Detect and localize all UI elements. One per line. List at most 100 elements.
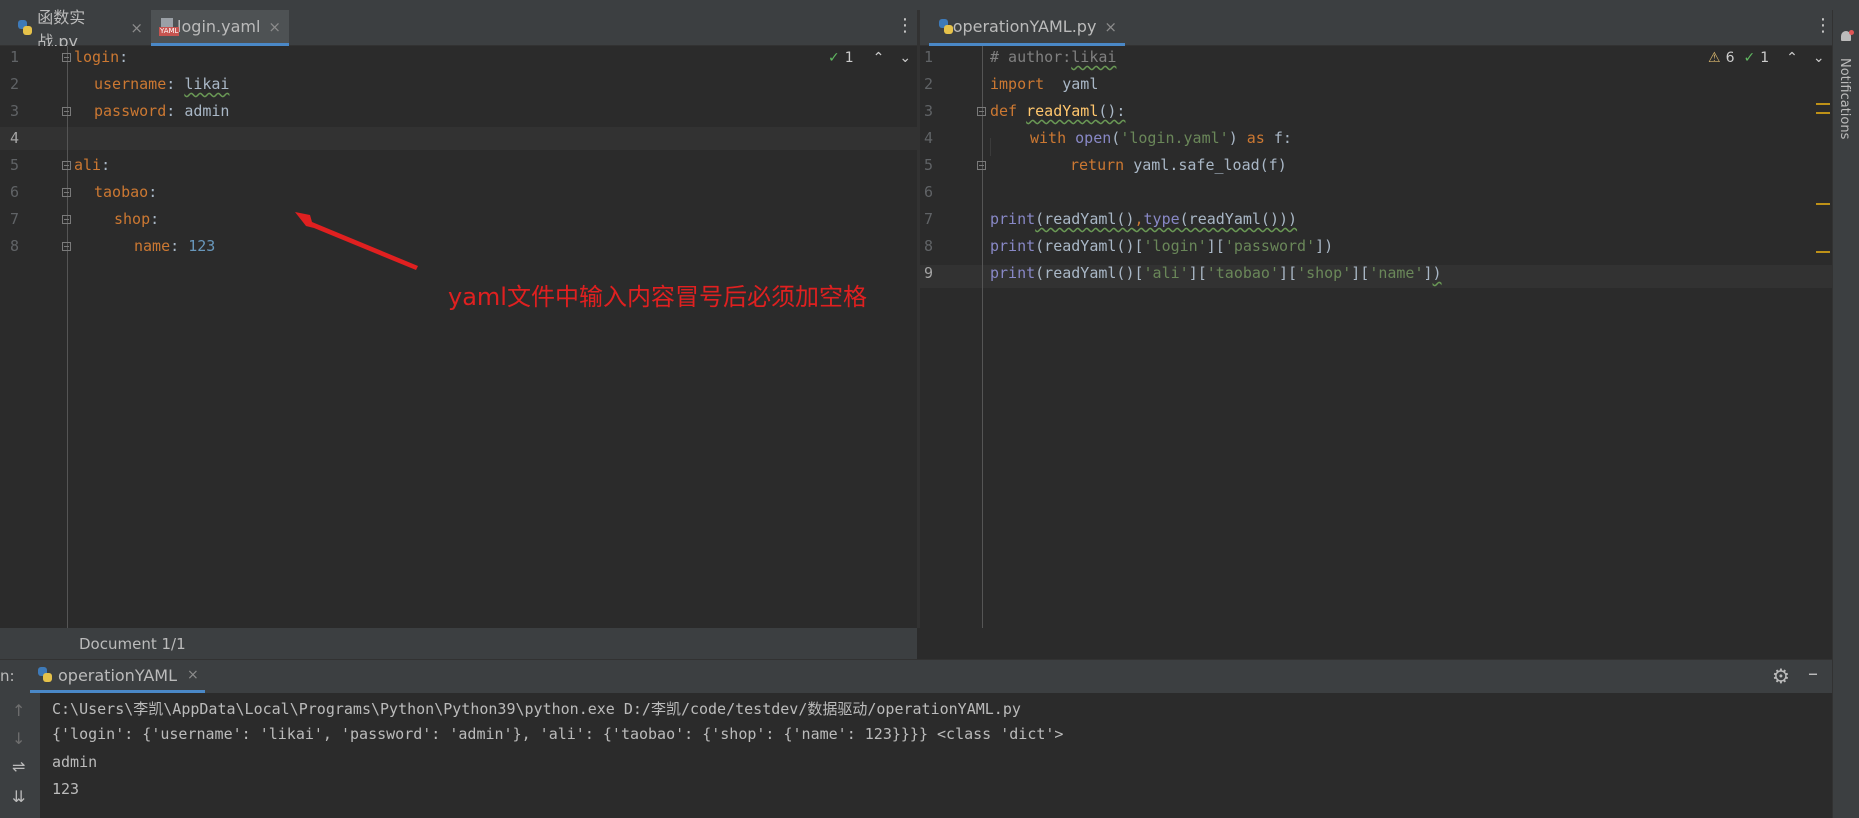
- code-line-3: password: admin: [94, 102, 230, 120]
- prev-highlight-icon[interactable]: ⌃: [1786, 50, 1798, 66]
- tab-label: operationYAML.py: [952, 17, 1097, 36]
- code-line-2: import yaml: [990, 75, 1099, 93]
- annotation-arrow: [295, 212, 418, 270]
- scroll-to-end-icon[interactable]: ⇊: [12, 787, 25, 806]
- tab-label: 函数实战.py: [37, 8, 86, 51]
- tab-login-yaml[interactable]: YAML login.yaml ×: [151, 10, 289, 46]
- code-line-5: ali:: [74, 156, 111, 174]
- code-line-4: with open('login.yaml') as f:: [1030, 129, 1292, 147]
- error-stripe-marker[interactable]: [1816, 103, 1830, 105]
- line-number: 2: [924, 75, 934, 93]
- line-number: 1: [924, 48, 934, 66]
- indent-guide: [990, 138, 991, 156]
- gutter-border: [67, 46, 68, 628]
- run-tab-label: operationYAML: [58, 665, 178, 685]
- error-stripe-marker[interactable]: [1816, 203, 1830, 205]
- python-file-icon: [16, 19, 33, 37]
- line-number: 2: [10, 75, 20, 93]
- notification-bell-icon[interactable]: [1839, 30, 1854, 44]
- fold-icon[interactable]: [977, 107, 986, 116]
- left-editor[interactable]: 1 2 3 4 5 6 7 8 login: username: likai p…: [0, 46, 917, 628]
- fold-icon[interactable]: [62, 161, 71, 170]
- python-file-icon: [36, 666, 54, 684]
- console-line: admin: [52, 753, 98, 771]
- inspection-count: 1: [1760, 50, 1770, 66]
- right-editor[interactable]: 1 2 3 4 5 6 7 8 9 # author:likai import …: [920, 46, 1832, 628]
- console-line: 123: [52, 780, 80, 798]
- fold-icon[interactable]: [62, 242, 71, 251]
- inspection-widget[interactable]: ⚠ 6 ✓ 1 ⌃ ⌄: [1708, 50, 1825, 66]
- error-stripe-marker[interactable]: [1816, 112, 1830, 114]
- document-status-bar: Document 1/1: [0, 628, 917, 659]
- code-line-9: print(readYaml()['ali']['taobao']['shop'…: [990, 264, 1442, 282]
- tab-functions-py[interactable]: 函数实战.py ×: [8, 8, 151, 51]
- code-line-3: def readYaml():: [990, 102, 1126, 120]
- line-number: 9: [924, 264, 934, 282]
- check-icon: ✓: [1743, 50, 1756, 66]
- more-options-icon[interactable]: ⋮: [1814, 15, 1832, 36]
- soft-wrap-icon[interactable]: ⇌: [12, 757, 25, 776]
- run-prefix: n:: [0, 667, 15, 685]
- code-line-1: login:: [74, 48, 129, 66]
- inspection-count: 1: [844, 50, 854, 66]
- annotation-text: yaml文件中输入内容冒号后必须加空格: [448, 283, 867, 311]
- document-status-text: Document 1/1: [79, 635, 186, 653]
- console-toolbar: ↑ ↓ ⇌ ⇊: [0, 693, 40, 818]
- run-tab-operationyaml[interactable]: operationYAML ×: [30, 660, 205, 693]
- fold-icon[interactable]: [977, 161, 986, 170]
- inspection-widget[interactable]: ✓ 1 ⌃ ⌄: [828, 50, 911, 66]
- line-number: 7: [924, 210, 934, 228]
- line-number: 5: [924, 156, 934, 174]
- next-highlight-icon[interactable]: ⌄: [899, 50, 911, 66]
- close-tab-icon[interactable]: ×: [187, 667, 199, 683]
- minimize-icon[interactable]: –: [1808, 661, 1818, 685]
- fold-icon[interactable]: [62, 188, 71, 197]
- right-tool-strip: Notifications: [1832, 10, 1859, 818]
- code-line-8: print(readYaml()['login']['password']): [990, 237, 1334, 255]
- yaml-file-icon: YAML: [159, 17, 180, 36]
- tab-operationyaml-py[interactable]: operationYAML.py ×: [929, 10, 1125, 46]
- error-stripe-marker[interactable]: [1816, 251, 1830, 253]
- close-tab-icon[interactable]: ×: [268, 18, 281, 36]
- run-tool-window-header: n: operationYAML × ⚙ –: [0, 659, 1832, 693]
- left-tab-bar: 函数实战.py × YAML login.yaml × ⋮: [0, 8, 917, 51]
- line-number: 1: [10, 48, 20, 66]
- gear-icon[interactable]: ⚙: [1772, 664, 1790, 688]
- code-line-7: print(readYaml(),type(readYaml())): [990, 210, 1298, 228]
- current-line-highlight: [0, 127, 917, 150]
- gutter-border: [982, 46, 983, 628]
- code-line-7: shop:: [114, 210, 160, 228]
- right-editor-bottom: [917, 628, 1832, 659]
- warning-count: 6: [1725, 50, 1735, 66]
- down-arrow-icon[interactable]: ↓: [12, 729, 25, 748]
- python-file-icon: [937, 18, 953, 36]
- line-number: 3: [10, 102, 20, 120]
- code-line-5: return yaml.safe_load(f): [1070, 156, 1287, 174]
- line-number: 6: [10, 183, 20, 201]
- line-number: 3: [924, 102, 934, 120]
- check-icon: ✓: [828, 50, 840, 66]
- close-tab-icon[interactable]: ×: [1104, 18, 1117, 36]
- fold-icon[interactable]: [62, 107, 71, 116]
- line-number: 4: [10, 129, 20, 147]
- more-options-icon[interactable]: ⋮: [896, 15, 914, 36]
- console-line: {'login': {'username': 'likai', 'passwor…: [52, 725, 1064, 743]
- window-top-strip: [0, 0, 1859, 10]
- line-number: 6: [924, 183, 934, 201]
- line-number: 8: [10, 237, 20, 255]
- code-line-1: # author:likai: [990, 48, 1117, 66]
- up-arrow-icon[interactable]: ↑: [12, 701, 25, 720]
- next-highlight-icon[interactable]: ⌄: [1813, 50, 1825, 66]
- notifications-tab[interactable]: Notifications: [1837, 58, 1852, 139]
- line-number: 7: [10, 210, 20, 228]
- fold-icon[interactable]: [62, 215, 71, 224]
- warning-icon: ⚠: [1708, 50, 1721, 66]
- tab-label: login.yaml: [177, 17, 261, 36]
- prev-highlight-icon[interactable]: ⌃: [873, 50, 885, 66]
- close-tab-icon[interactable]: ×: [130, 19, 143, 37]
- annotation-arrow-shape: [295, 212, 418, 270]
- line-number: 5: [10, 156, 20, 174]
- fold-icon[interactable]: [62, 53, 71, 62]
- line-number: 8: [924, 237, 934, 255]
- run-console[interactable]: ↑ ↓ ⇌ ⇊ C:\Users\李凯\AppData\Local\Progra…: [0, 693, 1832, 818]
